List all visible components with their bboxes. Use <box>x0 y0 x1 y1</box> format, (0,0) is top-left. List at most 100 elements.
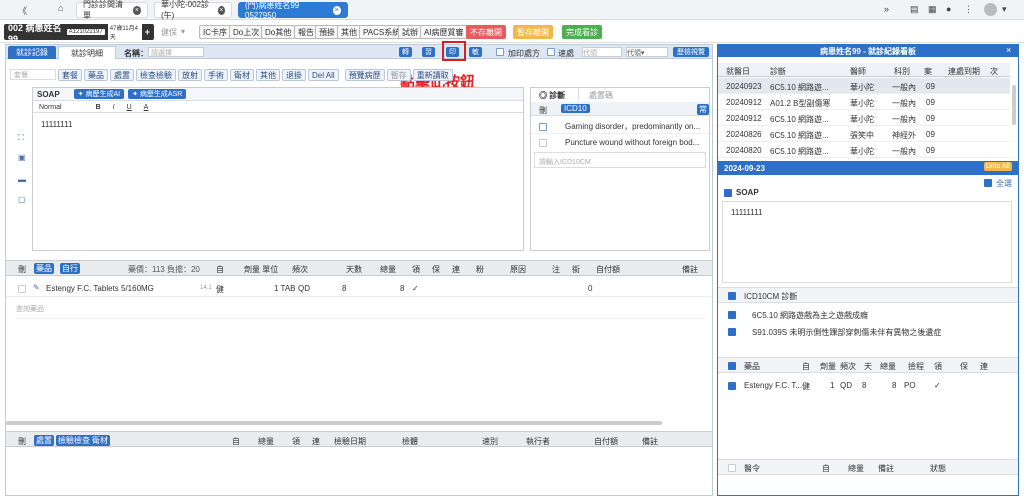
close-icon[interactable]: × <box>332 5 341 15</box>
soap-content[interactable]: 11111111 <box>41 120 72 129</box>
italic-button[interactable]: I <box>113 104 115 111</box>
table-row[interactable]: 20240912 A01.2 B型副傷寒 華小陀 一般內 09 <box>718 94 1010 110</box>
diagnosis-item[interactable]: Puncture wound without foreign bod... <box>565 138 707 147</box>
ai-review-button[interactable]: AI病歷質審 <box>420 25 468 39</box>
medicine-category-button[interactable]: 藥品 <box>34 263 54 274</box>
radiology-button[interactable]: 放射 <box>178 69 202 81</box>
unregister-button[interactable]: 退掛 <box>282 69 306 81</box>
print-left-button[interactable]: 習 <box>422 47 435 57</box>
table-row[interactable]: 20240820 6C5.10 網路遊... 華小陀 一般內 09 <box>718 142 1010 158</box>
preview-record-button[interactable]: 預覽病歷 <box>344 69 385 81</box>
name-select[interactable]: 請選擇 <box>148 47 204 57</box>
tab-diagnosis[interactable]: ◎ 診斷 <box>531 88 579 101</box>
surgery-button[interactable]: 手術 <box>204 69 228 81</box>
leave-no-save-button[interactable]: 不存離開 <box>466 25 506 39</box>
temp-save-small-button[interactable]: 暫存 <box>386 69 411 81</box>
medicine-dose[interactable]: 1 TAB <box>274 284 296 293</box>
tab-clinic-list[interactable]: 門診診間清單 × <box>76 0 148 20</box>
row-checkbox[interactable] <box>18 285 26 293</box>
medicine-total[interactable]: 8 <box>400 284 404 293</box>
underline-button[interactable]: U <box>127 104 132 111</box>
select-all-checkbox[interactable] <box>984 179 992 187</box>
add-print-checkbox[interactable] <box>496 48 504 56</box>
diagnosis-checkbox[interactable] <box>539 139 547 147</box>
horizontal-scrollbar[interactable] <box>6 421 662 425</box>
home-icon[interactable]: ⌂ <box>58 3 63 13</box>
close-icon[interactable]: × <box>217 5 225 15</box>
chevron-down-icon[interactable]: ▾ <box>181 27 185 36</box>
col-visit-date[interactable]: 就醫日 <box>726 66 750 77</box>
delete-all-button[interactable]: Del All <box>308 69 339 81</box>
forward-icon[interactable]: » <box>884 4 889 14</box>
agent-select-2[interactable]: 代領▾ <box>626 47 668 57</box>
medicine-copay[interactable]: 0 <box>588 284 592 293</box>
treatment-button[interactable]: 處置 <box>110 69 134 81</box>
file-icon[interactable]: ▤ <box>910 4 919 15</box>
ai-generate-button[interactable]: ✦ 病歷生成AI <box>73 89 125 99</box>
asr-generate-button[interactable]: ✦ 病歷生成ASR <box>128 89 187 99</box>
reload-button[interactable]: 重新讀取 <box>412 69 453 81</box>
add-patient-button[interactable]: + <box>145 27 150 37</box>
exam-button[interactable]: 檢查檢驗 <box>136 69 176 81</box>
save-icon[interactable]: ▢ <box>18 195 26 204</box>
medicine-search-input[interactable]: 查詢藥品 <box>16 304 706 319</box>
icd-item-checkbox[interactable] <box>728 328 736 336</box>
tab-visit-detail[interactable]: 就診明細 <box>58 46 116 59</box>
take-checkmark[interactable]: ✓ <box>412 284 419 293</box>
diagnosis-checkbox[interactable] <box>539 123 547 131</box>
table-row[interactable]: 20240826 6C5.10 網路遊... 張笑中 神經外 09 <box>718 126 1010 142</box>
supply-button[interactable]: 衛材 <box>230 69 254 81</box>
other-order-button[interactable]: 其他 <box>256 69 280 81</box>
do-last-button[interactable]: Do上次 <box>229 25 264 39</box>
close-icon[interactable]: × <box>1006 45 1011 55</box>
expand-icon[interactable]: ⛶ <box>18 133 24 143</box>
table-row[interactable]: Estengy F.C. T... 健 1 QD 8 8 PO ✓ <box>718 379 1018 393</box>
tab-treatment-code[interactable]: 處置碼 <box>589 90 613 101</box>
icd-checkbox[interactable] <box>728 292 736 300</box>
view-history-button[interactable]: 歷檢視覽 <box>673 47 709 57</box>
tab-doctor[interactable]: 華小陀-002診(午) × <box>154 0 232 20</box>
bold-button[interactable]: B <box>96 104 101 111</box>
turn-button[interactable]: 轉 <box>399 47 412 57</box>
supply-category-button[interactable]: 衛材 <box>90 435 110 446</box>
soap-checkbox[interactable] <box>724 189 732 197</box>
close-icon[interactable]: × <box>132 5 141 15</box>
tab-patient[interactable]: (門)病患姓名99 0527950 × <box>238 1 348 20</box>
finish-visit-button[interactable]: 完成看診 <box>562 25 602 39</box>
package-input[interactable]: 套餐 <box>10 69 56 80</box>
vertical-scrollbar[interactable] <box>1012 85 1016 125</box>
frequent-button[interactable]: 常 <box>697 104 709 115</box>
other-button[interactable]: 其他 <box>337 25 361 39</box>
medicine-button[interactable]: 藥品 <box>84 69 108 81</box>
image-icon[interactable]: ▣ <box>18 153 26 162</box>
do-other-button[interactable]: Do其他 <box>261 25 296 39</box>
edit-icon[interactable]: ✎ <box>33 283 40 292</box>
format-select[interactable]: Normal <box>39 104 62 111</box>
sensitive-button[interactable]: 敏 <box>469 47 482 57</box>
icd-item-checkbox[interactable] <box>728 311 736 319</box>
medicine-days[interactable]: 8 <box>342 284 346 293</box>
order-checkbox[interactable] <box>728 464 736 472</box>
self-pay-category-button[interactable]: 自行 <box>60 263 80 274</box>
exam-category-button[interactable]: 檢驗檢查 <box>56 435 92 446</box>
urgent-checkbox[interactable] <box>547 48 555 56</box>
avatar[interactable] <box>984 3 997 16</box>
folder-icon[interactable]: ▬ <box>18 175 26 184</box>
ditto-all-button[interactable]: Ditto All <box>984 162 1012 171</box>
document-icon[interactable]: ▦ <box>928 4 937 15</box>
med-checkbox[interactable] <box>728 362 736 370</box>
more-icon[interactable]: ⋮ <box>964 4 973 15</box>
chevron-down-icon[interactable]: ▾ <box>1002 4 1007 15</box>
package-button[interactable]: 套餐 <box>58 69 82 81</box>
ic-card-button[interactable]: IC卡序 <box>199 25 231 39</box>
medicine-freq[interactable]: QD <box>298 284 310 293</box>
pre-register-button[interactable]: 預掛 <box>315 25 339 39</box>
table-row[interactable]: 20240912 6C5.10 網路遊... 華小陀 一般內 09 <box>718 110 1010 126</box>
table-row[interactable]: 20240923 6C5.10 網路遊... 華小陀 一般內 09 <box>718 78 1010 94</box>
diagnosis-item[interactable]: Gaming disorder，predominantly on... <box>565 121 707 132</box>
row-checkbox[interactable] <box>728 382 736 390</box>
icd10-input[interactable]: 請輸入ICD10CM <box>534 152 706 168</box>
text-color-button[interactable]: A <box>144 104 149 111</box>
agent-select[interactable]: 代領 <box>582 47 622 57</box>
treatment-category-button[interactable]: 處置 <box>34 435 54 446</box>
